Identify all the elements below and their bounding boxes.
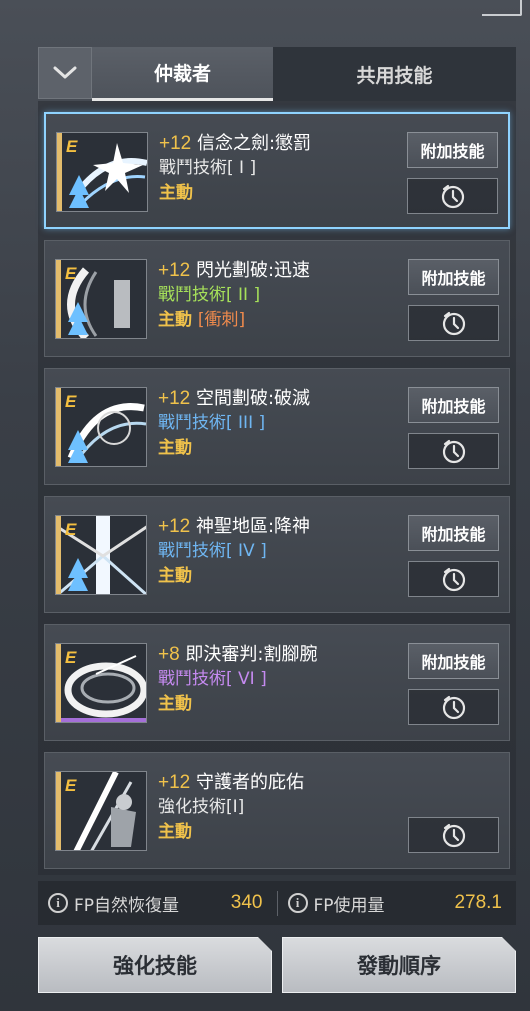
rarity-bar xyxy=(56,772,61,850)
rarity-bar xyxy=(56,388,61,466)
chevron-down-icon xyxy=(53,66,77,79)
clock-icon xyxy=(441,184,464,209)
skill-mode: 主動 xyxy=(158,819,304,845)
crescent-slash-icon: E xyxy=(55,259,147,339)
fp-regen-stat: i FP自然恢復量 340 xyxy=(38,891,277,916)
cooldown-timer-button[interactable] xyxy=(408,817,499,853)
skill-mode-extra: [衝刺] xyxy=(197,310,246,330)
skill-title: 即決審判:割腳腕 xyxy=(185,644,318,665)
skill-type: 戰鬥技術[ VI ] xyxy=(158,669,267,689)
skill-card[interactable]: E +12 閃光劃破:迅速 戰鬥技術[ II ] 主動 [衝刺] 附加技能 xyxy=(44,240,510,357)
skill-type: 戰鬥技術[ III ] xyxy=(158,413,266,433)
fp-use-label: FP使用量 xyxy=(313,895,385,916)
sword-slash-icon: E xyxy=(56,132,148,212)
skill-name: +12 信念之劍:懲罰 xyxy=(159,132,311,156)
rarity-bar xyxy=(56,260,61,338)
skill-type: 戰鬥技術[ II ] xyxy=(158,285,261,305)
window-corner-mark xyxy=(482,0,522,16)
fp-use-value: 278.1 xyxy=(454,892,502,913)
skill-name: +12 守護者的庇佑 xyxy=(158,771,304,795)
fp-regen-label: FP自然恢復量 xyxy=(74,895,180,916)
cooldown-timer-button[interactable] xyxy=(408,433,499,469)
skill-name: +12 神聖地區:降神 xyxy=(158,515,310,539)
skill-mode-label: 主動 xyxy=(159,183,193,203)
skill-card[interactable]: E +12 信念之劍:懲罰 戰鬥技術[ I ] 主動 附加技能 xyxy=(44,112,510,229)
clock-icon xyxy=(442,567,465,592)
add-skill-button[interactable]: 附加技能 xyxy=(408,387,499,423)
grade-badge: E xyxy=(65,264,77,283)
clock-icon xyxy=(442,695,465,720)
cooldown-timer-button[interactable] xyxy=(407,178,498,214)
skill-level: +12 xyxy=(158,260,191,281)
clock-icon xyxy=(442,439,465,464)
skill-title: 閃光劃破:迅速 xyxy=(195,260,311,281)
collapse-toggle-button[interactable] xyxy=(38,47,92,99)
add-skill-button[interactable]: 附加技能 xyxy=(407,132,498,168)
skill-mode: 主動 xyxy=(158,563,310,589)
skill-list: E +12 信念之劍:懲罰 戰鬥技術[ I ] 主動 附加技能 E +12 閃光… xyxy=(38,101,516,875)
skill-mode: 主動 [衝刺] xyxy=(158,307,310,333)
skill-mode-label: 主動 xyxy=(158,310,192,330)
fp-stats-bar: i FP自然恢復量 340 i FP使用量 278.1 xyxy=(38,881,516,925)
enhance-skill-button[interactable]: 強化技能 xyxy=(38,937,272,993)
clock-icon xyxy=(442,311,465,336)
tab-common-skills[interactable]: 共用技能 xyxy=(273,47,516,101)
skill-title: 守護者的庇佑 xyxy=(195,772,304,793)
skill-card[interactable]: E +12 神聖地區:降神 戰鬥技術[ IV ] 主動 附加技能 xyxy=(44,496,510,613)
skill-mode-label: 主動 xyxy=(158,566,192,586)
add-skill-button[interactable]: 附加技能 xyxy=(408,643,499,679)
fp-use-stat: i FP使用量 278.1 xyxy=(276,890,517,916)
light-pillar-icon: E xyxy=(55,515,147,595)
cooldown-timer-button[interactable] xyxy=(408,305,499,341)
add-skill-button[interactable]: 附加技能 xyxy=(408,515,499,551)
skill-type: 強化技術[I] xyxy=(158,797,245,817)
skill-mode: 主動 xyxy=(158,435,310,461)
grade-badge: E xyxy=(65,648,77,667)
skill-type: 戰鬥技術[ IV ] xyxy=(158,541,267,561)
skill-level: +12 xyxy=(158,772,191,793)
skill-mode-label: 主動 xyxy=(158,438,192,458)
skill-name: +8 即決審判:割腳腕 xyxy=(158,643,317,667)
skill-level: +12 xyxy=(158,516,191,537)
skill-mode: 主動 xyxy=(158,691,317,717)
skill-name: +12 空間劃破:破滅 xyxy=(158,387,310,411)
skill-name: +12 閃光劃破:迅速 xyxy=(158,259,310,283)
rarity-bar xyxy=(57,133,62,211)
skill-title: 空間劃破:破滅 xyxy=(195,388,311,409)
whirl-slash-icon: E xyxy=(55,643,147,723)
skill-level: +12 xyxy=(158,388,191,409)
info-icon[interactable]: i xyxy=(287,893,308,913)
skill-card[interactable]: E +8 即決審判:割腳腕 戰鬥技術[ VI ] 主動 附加技能 xyxy=(44,624,510,741)
skill-level: +8 xyxy=(158,644,180,665)
skill-mode: 主動 xyxy=(159,180,311,206)
skill-mode-label: 主動 xyxy=(158,822,192,842)
skill-title: 神聖地區:降神 xyxy=(195,516,311,537)
skill-mode-label: 主動 xyxy=(158,694,192,714)
rarity-bar xyxy=(56,516,61,594)
activation-order-button[interactable]: 發動順序 xyxy=(282,937,516,993)
fp-regen-value: 340 xyxy=(230,892,263,913)
grade-badge: E xyxy=(66,137,78,156)
skill-level: +12 xyxy=(159,133,192,154)
tab-arbiter[interactable]: 仲裁者 xyxy=(92,47,273,101)
skill-card[interactable]: E +12 空間劃破:破滅 戰鬥技術[ III ] 主動 附加技能 xyxy=(44,368,510,485)
grade-badge: E xyxy=(65,520,77,539)
grade-badge: E xyxy=(65,392,77,411)
tab-bar: 仲裁者 共用技能 xyxy=(38,47,516,101)
guardian-blessing-icon: E xyxy=(55,771,147,851)
spiral-blade-icon: E xyxy=(55,387,147,467)
add-skill-button[interactable]: 附加技能 xyxy=(408,259,499,295)
clock-icon xyxy=(442,823,465,848)
skill-type: 戰鬥技術[ I ] xyxy=(159,158,257,178)
cooldown-timer-button[interactable] xyxy=(408,561,499,597)
grade-badge: E xyxy=(65,776,77,795)
cooldown-timer-button[interactable] xyxy=(408,689,499,725)
rarity-bar xyxy=(56,644,61,722)
info-icon[interactable]: i xyxy=(48,893,68,913)
skill-card[interactable]: E +12 守護者的庇佑 強化技術[I] 主動 xyxy=(44,752,510,869)
skill-title: 信念之劍:懲罰 xyxy=(196,133,312,154)
